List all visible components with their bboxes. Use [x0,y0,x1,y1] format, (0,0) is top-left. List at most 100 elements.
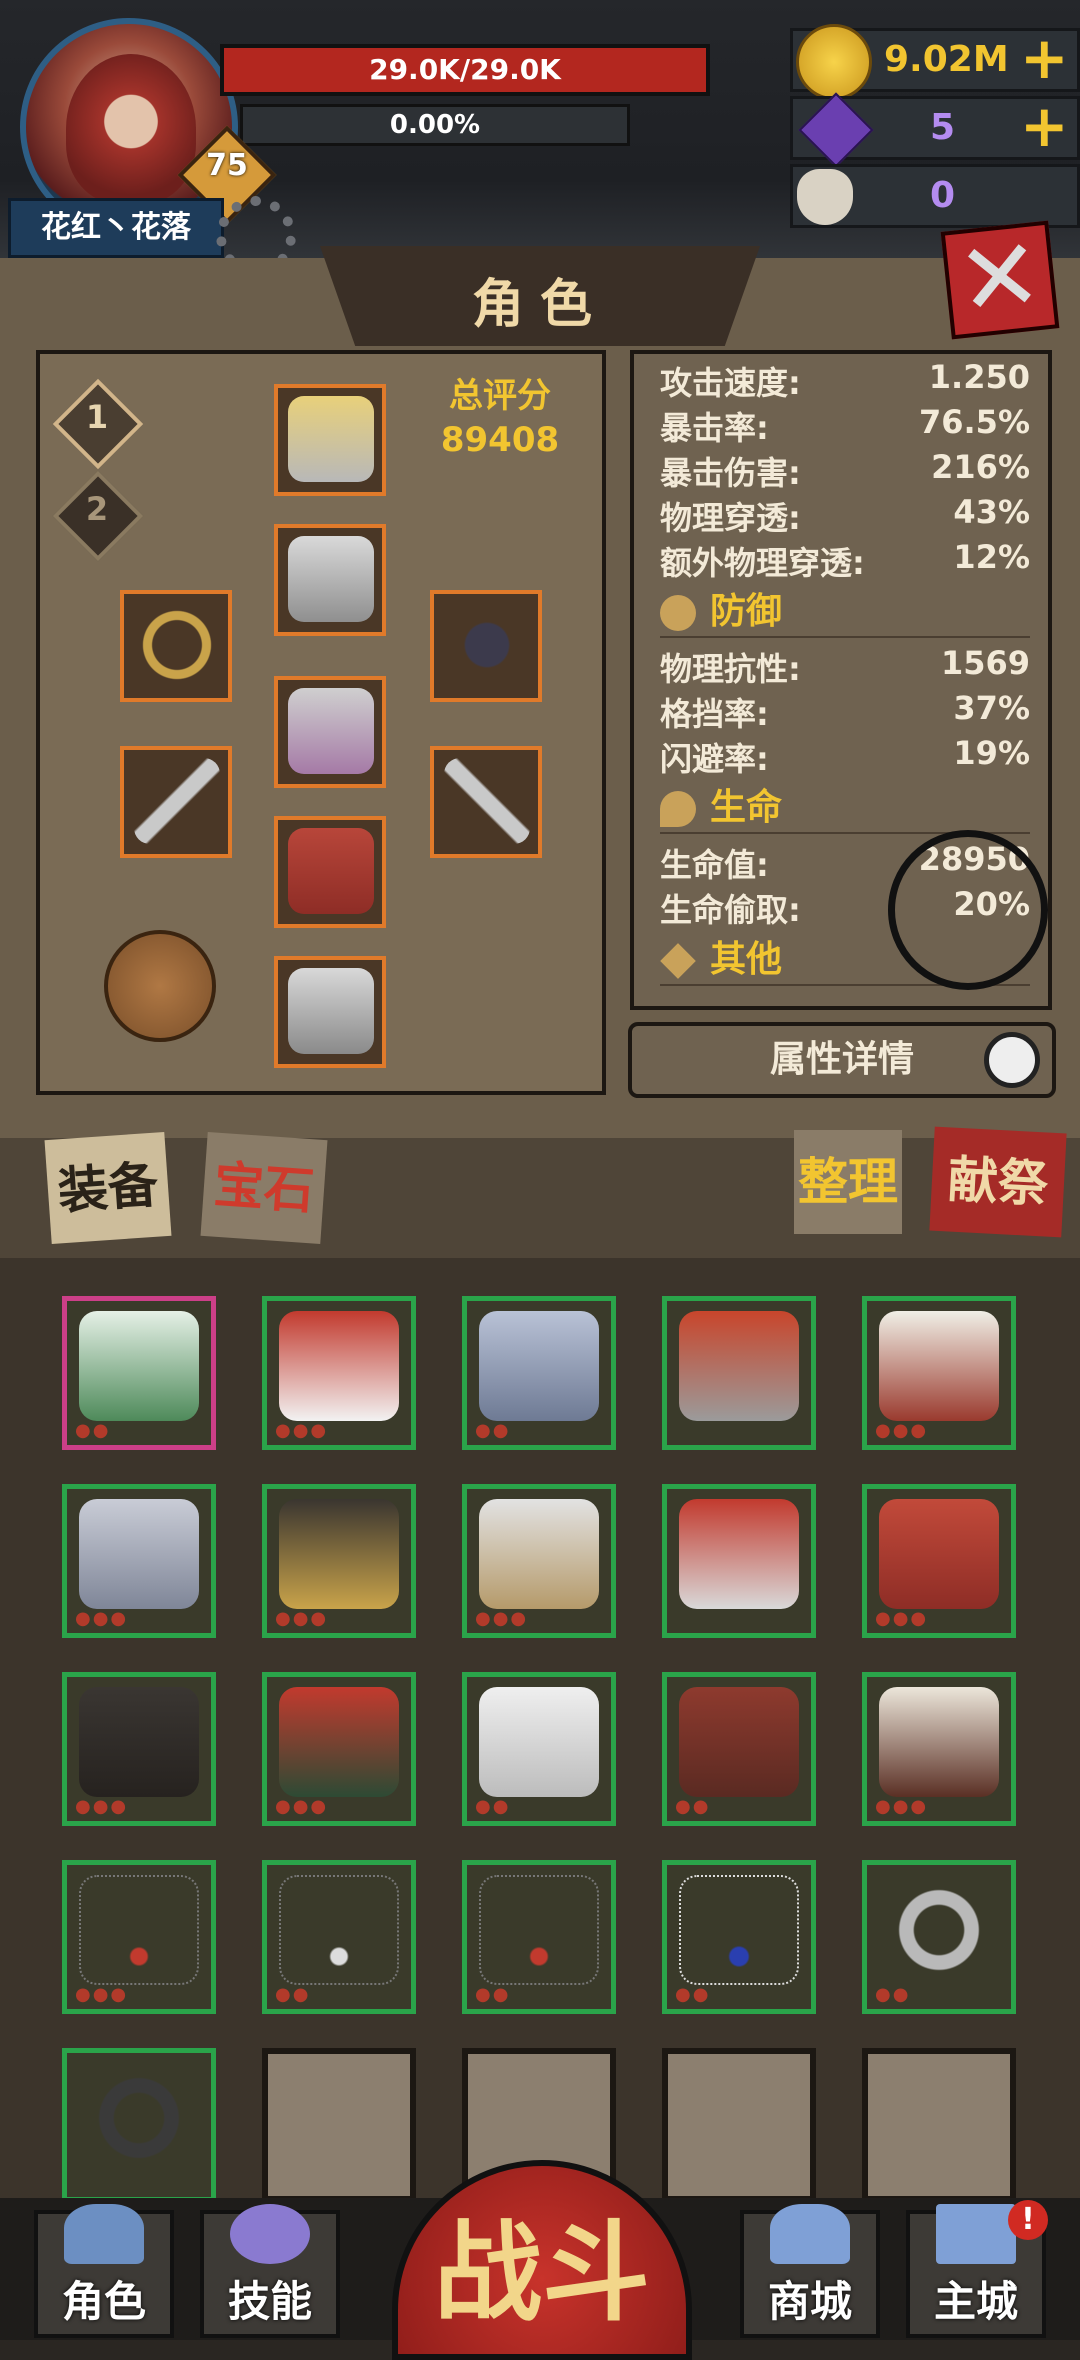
inventory-item[interactable]: ●●● [862,1296,1016,1450]
nav-city-label: 主城 [933,2277,1018,2326]
stat-label: 暴击率: [660,409,769,447]
inventory-item[interactable] [62,2048,216,2202]
equipped-belt-slot[interactable] [274,676,386,788]
inventory-item[interactable]: ●●● [62,1860,216,2014]
inventory-item[interactable]: ●● [462,1860,616,2014]
inventory-item[interactable]: ●● [62,1296,216,1450]
socket-icons: ●●● [75,1608,129,1629]
attribute-details-label: 属性详情 [769,1039,914,1080]
red-skirt-icon [279,1687,399,1797]
stat-row: 攻击速度: 1.250 [660,358,1030,402]
stat-value: 216% [931,448,1030,486]
socket-icons: ●●● [475,1608,529,1629]
socket-icons: ●●● [875,1608,929,1629]
gem-value: 5 [930,107,956,148]
inventory-item[interactable]: ●● [462,1672,616,1826]
player-name: 花红丶花落 [8,198,224,258]
winter-boots-icon [79,1311,199,1421]
xp-text: 0.00% [389,110,481,140]
drop-icon [660,791,696,827]
tab-equipment[interactable]: 装备 [44,1131,172,1245]
stat-value: 76.5% [918,403,1030,441]
necklace-icon [279,1875,399,1985]
inventory-item[interactable]: ●●● [62,1484,216,1638]
inventory-item[interactable]: ●● [862,1860,1016,2014]
stat-row: 暴击率: 76.5% [660,403,1030,447]
inventory-item[interactable]: ●●● [462,1484,616,1638]
loadout-1-label: 1 [85,398,109,436]
sacrifice-button[interactable]: 献祭 [929,1126,1067,1238]
empty-inventory-slot[interactable] [262,2048,416,2202]
stat-label: 生命偷取: [660,891,801,929]
equipped-weapon-slot[interactable] [120,746,232,858]
inventory-item[interactable]: ●●● [262,1484,416,1638]
xp-bar: 0.00% [240,104,630,146]
inventory-item[interactable]: ●●● [62,1672,216,1826]
stat-value: 37% [953,689,1030,727]
inventory-item[interactable]: ●●● [862,1484,1016,1638]
inventory-item[interactable]: ●●● [262,1296,416,1450]
add-gold-button[interactable]: + [1020,28,1069,88]
gold-coin-icon [796,24,872,100]
ram-skull-icon [797,169,853,225]
castle-icon [936,2204,1016,2264]
socket-icons: ●● [475,1984,511,2005]
nav-skill-label: 技能 [227,2277,312,2326]
necklace-icon [79,1875,199,1985]
empty-inventory-slot[interactable] [662,2048,816,2202]
inventory-item[interactable] [662,1484,816,1638]
notification-badge: ! [1008,2200,1048,2240]
plate-armor-icon [479,1499,599,1609]
stat-label: 物理抗性: [660,650,801,688]
gold-bracelet-icon [134,602,220,688]
stat-label: 暴击伤害: [660,454,801,492]
hp-bar: 29.0K/29.0K [220,44,710,96]
equipped-boots-slot[interactable] [274,956,386,1068]
portrait-art [66,54,196,204]
winged-helmet-icon [288,396,374,482]
santa-hat-icon [279,1311,399,1421]
empty-inventory-slot[interactable] [862,2048,1016,2202]
shield-icon [660,595,696,631]
leather-skirt-icon [679,1687,799,1797]
stat-label: 额外物理穿透: [660,544,865,582]
stat-value: 1.250 [928,358,1030,396]
stat-row: 额外物理穿透: 12% [660,538,1030,582]
equipped-bracelet-slot[interactable] [120,590,232,702]
white-pants-icon [479,1687,599,1797]
equipped-helmet-slot[interactable] [274,384,386,496]
socket-icons: ●● [675,1796,711,1817]
inventory-item[interactable]: ●● [662,1860,816,2014]
inventory-item[interactable]: ●●● [862,1672,1016,1826]
diamond-ring-icon [879,1875,999,1985]
roman-helmet-icon [679,1311,799,1421]
equipped-pants-slot[interactable] [274,816,386,928]
tab-gems[interactable]: 宝石 [200,1131,328,1245]
inventory-item[interactable]: ●● [462,1296,616,1450]
battle-label: 战斗 [433,2211,650,2336]
swap-icon[interactable] [104,930,216,1042]
score-value: 89408 [440,420,560,460]
socket-icons: ●●● [275,1796,329,1817]
equipped-armor-slot[interactable] [274,524,386,636]
inventory-item[interactable]: ●● [262,1860,416,2014]
inventory-item[interactable]: ●●● [262,1672,416,1826]
sort-button[interactable]: 整理 [794,1130,902,1234]
skill-swirl-icon [230,2204,310,2264]
stat-label: 格挡率: [660,695,769,733]
stat-row: 闪避率: 19% [660,734,1030,778]
heart-necklace-icon [679,1875,799,1985]
socket-icons: ●●● [75,1796,129,1817]
inventory-item[interactable]: ●● [662,1672,816,1826]
dagger-icon [134,758,220,844]
socket-icons: ●● [475,1420,511,1441]
socket-icons: ●● [275,1984,311,2005]
equipped-offhand-slot[interactable] [430,746,542,858]
stat-row: 暴击伤害: 216% [660,448,1030,492]
inventory-item[interactable] [662,1296,816,1450]
close-button[interactable]: ✕ [940,215,1060,340]
equipped-amulet-slot[interactable] [430,590,542,702]
nav-shop-label: 商城 [767,2277,852,2326]
add-gem-button[interactable]: + [1020,96,1069,156]
chainmail-icon [79,1499,199,1609]
